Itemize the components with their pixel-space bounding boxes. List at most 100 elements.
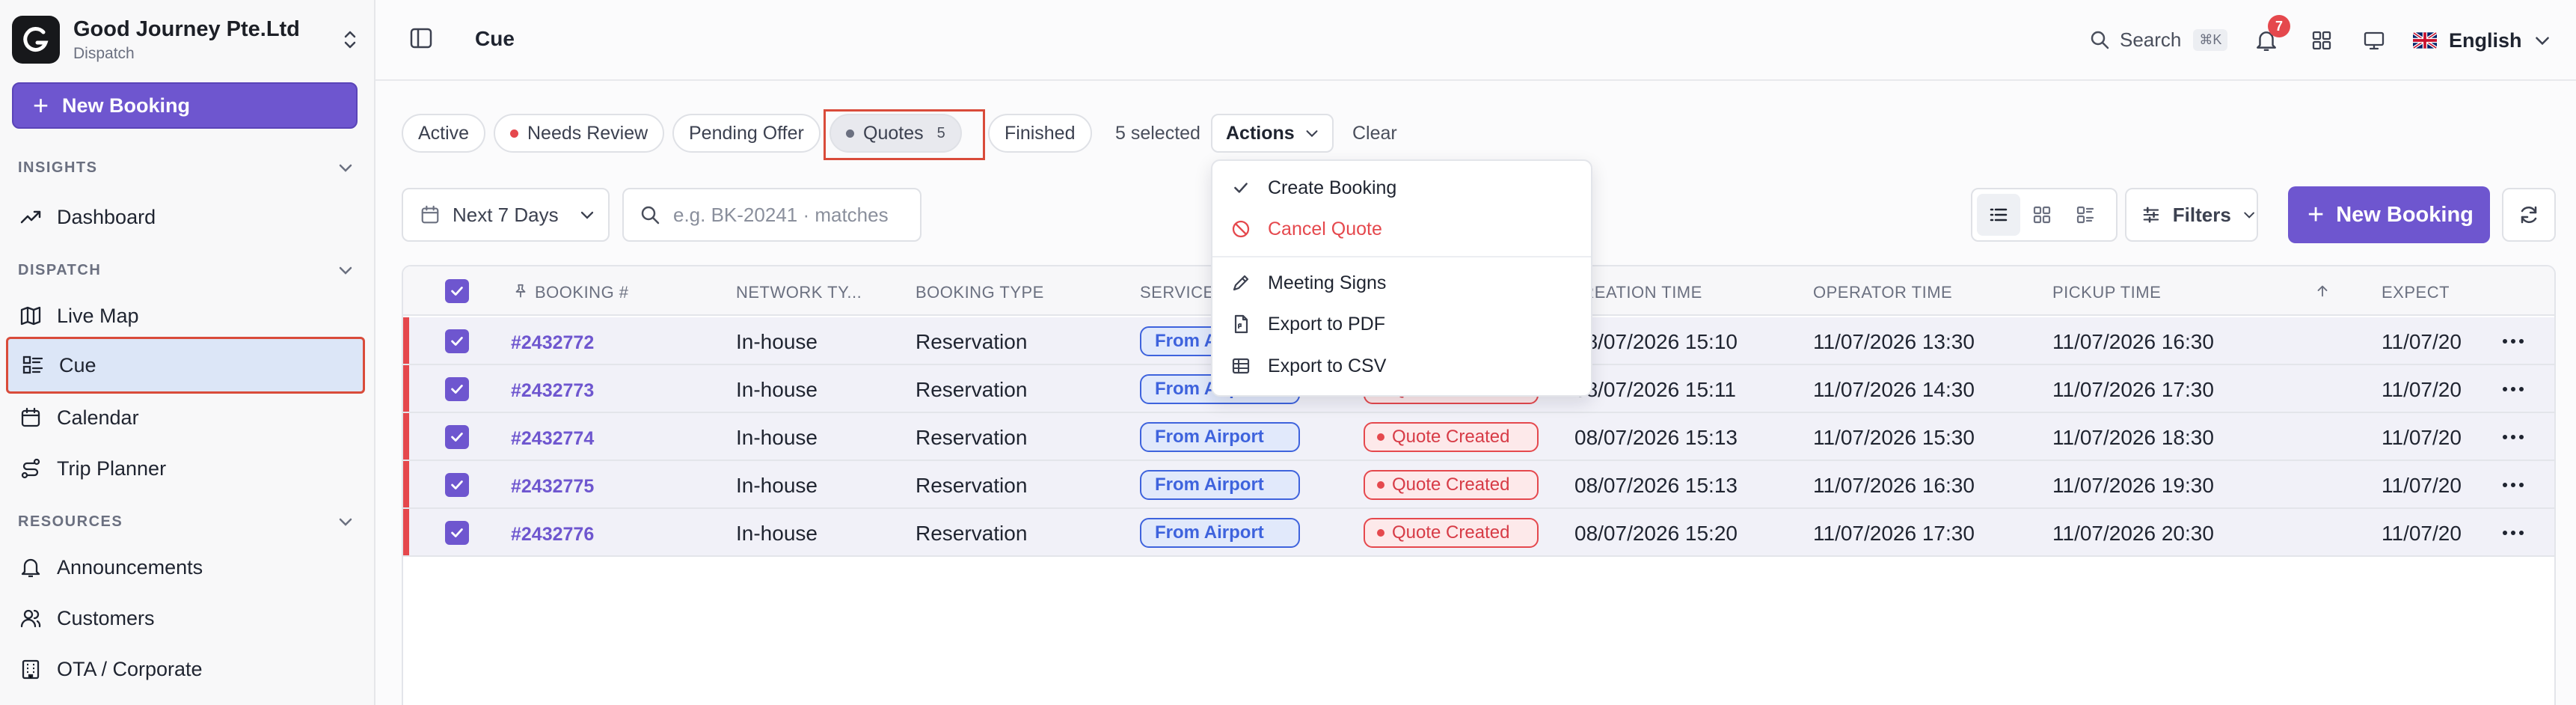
plus-icon: + bbox=[33, 90, 49, 120]
date-range-select[interactable]: Next 7 Days bbox=[402, 188, 610, 242]
global-search-button[interactable]: Search ⌘K bbox=[2088, 22, 2228, 57]
menu-item-label: Export to CSV bbox=[1268, 355, 1387, 376]
language-selector[interactable]: English bbox=[2413, 24, 2552, 57]
sort-asc-icon[interactable] bbox=[2314, 283, 2331, 299]
filter-chip-active[interactable]: Active bbox=[402, 114, 486, 153]
org-switcher[interactable]: Good Journey Pte.Ltd Dispatch bbox=[12, 15, 364, 64]
row-checkbox[interactable] bbox=[445, 521, 469, 545]
booking-id-link[interactable]: #2432773 bbox=[511, 380, 594, 402]
sidebar-toggle-icon[interactable] bbox=[408, 25, 438, 55]
service-badge: From Airport bbox=[1140, 518, 1300, 548]
filter-chip-needs-review[interactable]: Needs Review bbox=[494, 114, 665, 153]
plus-icon: + bbox=[2307, 199, 2325, 231]
column-booking-type[interactable]: BOOKING TYPE bbox=[916, 283, 1044, 302]
actions-button[interactable]: Actions bbox=[1211, 114, 1334, 153]
select-all-checkbox[interactable] bbox=[445, 279, 469, 303]
view-toggle bbox=[1971, 188, 2117, 242]
menu-item-export-csv[interactable]: Export to CSV bbox=[1229, 350, 1386, 382]
booking-id-link[interactable]: #2432772 bbox=[511, 332, 594, 354]
menu-item-cancel-quote[interactable]: Cancel Quote bbox=[1229, 213, 1382, 245]
chip-label: Active bbox=[418, 122, 470, 144]
row-more-icon[interactable] bbox=[2498, 425, 2528, 449]
column-network-type[interactable]: NETWORK TY... bbox=[736, 283, 862, 302]
sidebar-new-booking-button[interactable]: + New Booking bbox=[12, 82, 358, 129]
actions-menu: Create Booking Cancel Quote Meeting Sign… bbox=[1211, 159, 1592, 397]
service-badge: From Airport bbox=[1140, 422, 1300, 452]
expected-time-cell: 11/07/20 bbox=[2382, 426, 2462, 449]
sidebar-item-customers[interactable]: Customers bbox=[6, 594, 365, 642]
booking-search-input[interactable]: e.g. BK-20241 · matches bbox=[622, 188, 921, 242]
date-range-label: Next 7 Days bbox=[453, 203, 559, 226]
service-badge-label: From Airport bbox=[1155, 522, 1264, 543]
sidebar-item-ota-corporate[interactable]: OTA / Corporate bbox=[6, 645, 365, 693]
filter-chip-pending-offer[interactable]: Pending Offer bbox=[672, 114, 821, 153]
refresh-button[interactable] bbox=[2502, 188, 2556, 242]
sidebar-item-label: Dashboard bbox=[57, 205, 156, 228]
sidebar-item-label: Customers bbox=[57, 606, 155, 629]
section-dispatch[interactable]: DISPATCH bbox=[18, 257, 355, 283]
menu-item-label: Cancel Quote bbox=[1268, 218, 1382, 239]
check-icon bbox=[451, 480, 463, 489]
section-dispatch-title: DISPATCH bbox=[18, 261, 102, 278]
list-view-icon[interactable] bbox=[1977, 194, 2020, 236]
selection-count: 5 selected bbox=[1115, 123, 1200, 144]
section-resources[interactable]: RESOURCES bbox=[18, 509, 355, 534]
table-row[interactable]: #2432774 In-house Reservation From Airport Q… bbox=[403, 413, 2554, 461]
column-operator-time[interactable]: OPERATOR TIME bbox=[1813, 283, 1952, 302]
grid-view-icon[interactable] bbox=[2020, 194, 2064, 236]
booking-id-link[interactable]: #2432776 bbox=[511, 524, 594, 546]
row-more-icon[interactable] bbox=[2498, 521, 2528, 545]
menu-divider bbox=[1212, 256, 1591, 257]
row-more-icon[interactable] bbox=[2498, 473, 2528, 497]
priority-indicator bbox=[403, 461, 409, 507]
section-insights[interactable]: INSIGHTS bbox=[18, 155, 355, 180]
pen-icon bbox=[1229, 271, 1253, 295]
list-icon bbox=[20, 352, 46, 378]
sidebar-item-announcements[interactable]: Announcements bbox=[6, 543, 365, 591]
booking-id-link[interactable]: #2432775 bbox=[511, 476, 594, 498]
clear-selection-button[interactable]: Clear bbox=[1352, 123, 1397, 144]
search-shortcut: ⌘K bbox=[2193, 28, 2228, 51]
chevron-down-icon bbox=[580, 211, 593, 219]
sidebar-item-calendar[interactable]: Calendar bbox=[6, 394, 365, 442]
operator-time-cell: 11/07/2026 14:30 bbox=[1813, 378, 1975, 401]
chevron-down-icon bbox=[339, 164, 352, 172]
status-badge-label: Quote Created bbox=[1392, 474, 1510, 495]
table-row[interactable]: #2432775 In-house Reservation From Airport Q… bbox=[403, 461, 2554, 509]
menu-item-create-booking[interactable]: Create Booking bbox=[1229, 171, 1396, 204]
row-checkbox[interactable] bbox=[445, 425, 469, 449]
table-row[interactable]: #2432776 In-house Reservation From Airport Q… bbox=[403, 509, 2554, 557]
row-more-icon[interactable] bbox=[2498, 377, 2528, 401]
notifications-button[interactable]: 7 bbox=[2250, 15, 2290, 57]
sidebar: Good Journey Pte.Ltd Dispatch + New Book… bbox=[0, 0, 375, 705]
apps-grid-button[interactable] bbox=[2305, 24, 2338, 57]
section-insights-title: INSIGHTS bbox=[18, 159, 98, 176]
column-service[interactable]: SERVICE bbox=[1140, 283, 1215, 302]
board-view-icon[interactable] bbox=[2064, 194, 2107, 236]
sidebar-new-booking-label: New Booking bbox=[62, 94, 191, 117]
chevron-updown-icon[interactable] bbox=[337, 25, 364, 55]
grid-icon bbox=[2312, 31, 2331, 50]
sidebar-item-dashboard[interactable]: Dashboard bbox=[6, 193, 365, 241]
row-checkbox[interactable] bbox=[445, 473, 469, 497]
column-booking-number[interactable]: BOOKING # bbox=[535, 283, 629, 302]
column-pickup-time[interactable]: PICKUP TIME bbox=[2052, 283, 2161, 302]
chevron-down-icon bbox=[2244, 212, 2254, 219]
column-expected[interactable]: EXPECTED bbox=[2382, 283, 2449, 302]
filters-button[interactable]: Filters bbox=[2125, 188, 2258, 242]
menu-item-meeting-signs[interactable]: Meeting Signs bbox=[1229, 266, 1386, 299]
sidebar-item-trip-planner[interactable]: Trip Planner bbox=[6, 445, 365, 492]
status-dot bbox=[510, 129, 518, 138]
new-booking-button[interactable]: + New Booking bbox=[2288, 186, 2490, 243]
display-button[interactable] bbox=[2358, 24, 2391, 57]
sidebar-item-label: Calendar bbox=[57, 406, 139, 429]
row-more-icon[interactable] bbox=[2498, 329, 2528, 353]
new-booking-label: New Booking bbox=[2336, 202, 2474, 227]
booking-id-link[interactable]: #2432774 bbox=[511, 428, 594, 450]
row-checkbox[interactable] bbox=[445, 377, 469, 401]
menu-item-export-pdf[interactable]: Export to PDF bbox=[1229, 308, 1385, 341]
sidebar-item-live-map[interactable]: Live Map bbox=[6, 292, 365, 340]
row-checkbox[interactable] bbox=[445, 329, 469, 353]
filter-chip-finished[interactable]: Finished bbox=[988, 114, 1092, 153]
sidebar-item-cue[interactable]: Cue bbox=[6, 337, 365, 394]
